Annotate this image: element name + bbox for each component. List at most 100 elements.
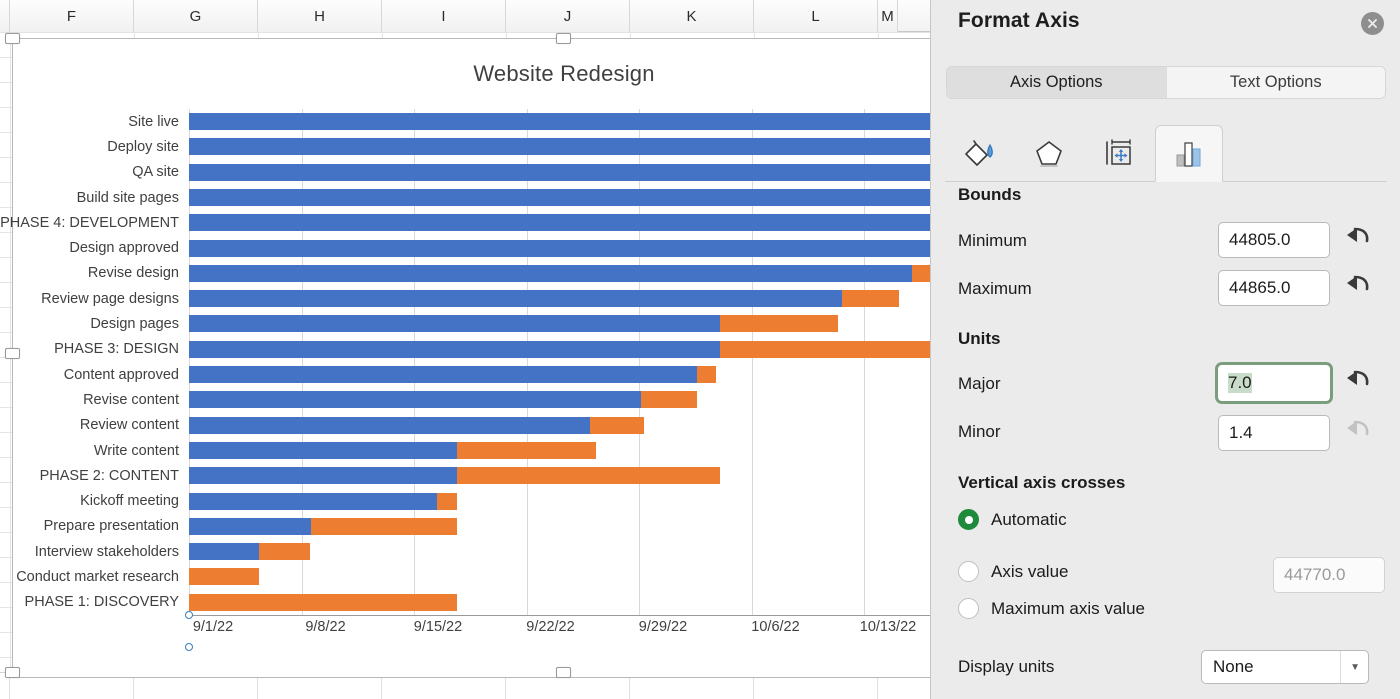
fill-and-line-icon[interactable] [945,124,1013,181]
bar-row[interactable] [189,109,935,134]
column-header-f[interactable]: F [10,0,134,32]
maximum-value: 44865.0 [1229,278,1290,298]
chart-resize-handle-bottom-center[interactable] [556,667,571,678]
category-axis-labels[interactable]: Site liveDeploy siteQA siteBuild site pa… [13,109,189,615]
size-and-properties-icon[interactable] [1085,124,1153,181]
axis-value-input[interactable]: 44770.0 [1273,557,1385,593]
bar-row[interactable] [189,489,935,514]
bar-row[interactable] [189,236,935,261]
bar-segment-offset[interactable] [189,315,720,332]
bar-segment-duration[interactable] [437,493,457,510]
bar-segment-offset[interactable] [189,543,259,560]
radio-axis-value-label: Axis value [991,562,1068,582]
bar-segment-duration[interactable] [590,417,645,434]
excel-window: F G H I J K L M Website Redesign Site li… [0,0,1400,699]
bar-row[interactable] [189,185,935,210]
bar-row[interactable] [189,438,935,463]
bar-row[interactable] [189,463,935,488]
bar-row[interactable] [189,160,935,185]
bar-segment-offset[interactable] [189,113,935,130]
chart-resize-handle-middle-left[interactable] [5,348,20,359]
bar-segment-duration[interactable] [697,366,717,383]
bar-row[interactable] [189,286,935,311]
value-axis-tick-label: 9/22/22 [526,619,574,635]
column-header-m[interactable]: M [878,0,898,32]
category-label: PHASE 2: CONTENT [40,463,179,488]
column-header-j[interactable]: J [506,0,630,32]
bar-row[interactable] [189,134,935,159]
minimum-reset-icon[interactable] [1343,225,1373,251]
bar-segment-duration[interactable] [720,341,935,358]
bar-segment-offset[interactable] [189,164,935,181]
bar-segment-duration[interactable] [189,594,457,611]
bar-row[interactable] [189,590,935,615]
gantt-chart-object[interactable]: Website Redesign Site liveDeploy siteQA … [12,38,935,678]
tab-text-options[interactable]: Text Options [1166,67,1386,98]
radio-automatic[interactable]: Automatic [958,509,1067,530]
column-header-k[interactable]: K [630,0,754,32]
bar-row[interactable] [189,564,935,589]
bar-segment-duration[interactable] [457,442,596,459]
bar-row[interactable] [189,362,935,387]
bar-row[interactable] [189,387,935,412]
bar-segment-offset[interactable] [189,442,457,459]
bar-segment-offset[interactable] [189,240,935,257]
category-label: Design approved [69,236,179,261]
display-units-select[interactable]: None ▼ [1201,650,1369,684]
bar-row[interactable] [189,514,935,539]
bar-row[interactable] [189,261,935,286]
maximum-label: Maximum [958,279,1032,299]
bounds-heading: Bounds [958,185,1021,205]
bar-segment-duration[interactable] [259,543,310,560]
close-icon[interactable] [1361,12,1384,35]
minor-input[interactable]: 1.4 [1218,415,1330,451]
minimum-input[interactable]: 44805.0 [1218,222,1330,258]
radio-maximum-axis-value[interactable]: Maximum axis value [958,598,1145,619]
major-input[interactable]: 7.0 [1215,362,1333,404]
bar-segment-offset[interactable] [189,290,842,307]
plot-area[interactable] [189,109,935,615]
bar-segment-duration[interactable] [311,518,458,535]
chart-resize-handle-bottom-left[interactable] [5,667,20,678]
bar-row[interactable] [189,337,935,362]
chart-resize-handle-top-left[interactable] [5,33,20,44]
radio-axis-value[interactable]: Axis value [958,561,1068,582]
column-header-i[interactable]: I [382,0,506,32]
effects-icon[interactable] [1015,124,1083,181]
bar-segment-offset[interactable] [189,417,590,434]
bar-segment-offset[interactable] [189,467,457,484]
column-header-g[interactable]: G [134,0,258,32]
bar-row[interactable] [189,539,935,564]
bar-row[interactable] [189,311,935,336]
bar-segment-offset[interactable] [189,518,311,535]
column-header-l[interactable]: L [754,0,878,32]
bar-segment-offset[interactable] [189,214,935,231]
maximum-input[interactable]: 44865.0 [1218,270,1330,306]
bar-segment-duration[interactable] [641,391,697,408]
bar-segment-offset[interactable] [189,189,935,206]
bar-row[interactable] [189,210,935,235]
bar-segment-offset[interactable] [189,138,935,155]
bar-segment-duration[interactable] [189,568,259,585]
bar-segment-offset[interactable] [189,366,697,383]
axis-selection-handle-top-left[interactable] [185,611,193,619]
axis-options-chart-icon[interactable] [1155,125,1223,182]
chevron-down-icon: ▼ [1340,651,1360,683]
bar-segment-duration[interactable] [457,467,720,484]
bar-segment-duration[interactable] [720,315,838,332]
tab-axis-options[interactable]: Axis Options [947,67,1166,98]
bar-segment-offset[interactable] [189,391,641,408]
value-axis-labels[interactable]: 9/1/229/8/229/15/229/22/229/29/2210/6/22… [189,619,935,645]
bar-segment-offset[interactable] [189,341,720,358]
chart-title[interactable]: Website Redesign [13,61,935,87]
bar-segment-offset[interactable] [189,265,912,282]
bar-segment-duration[interactable] [842,290,900,307]
bar-row[interactable] [189,413,935,438]
axis-selection-handle-bottom-left[interactable] [185,643,193,651]
major-reset-icon[interactable] [1343,368,1373,394]
category-label: Review content [80,413,179,438]
maximum-reset-icon[interactable] [1343,273,1373,299]
column-header-h[interactable]: H [258,0,382,32]
bar-segment-offset[interactable] [189,493,437,510]
chart-resize-handle-top-center[interactable] [556,33,571,44]
